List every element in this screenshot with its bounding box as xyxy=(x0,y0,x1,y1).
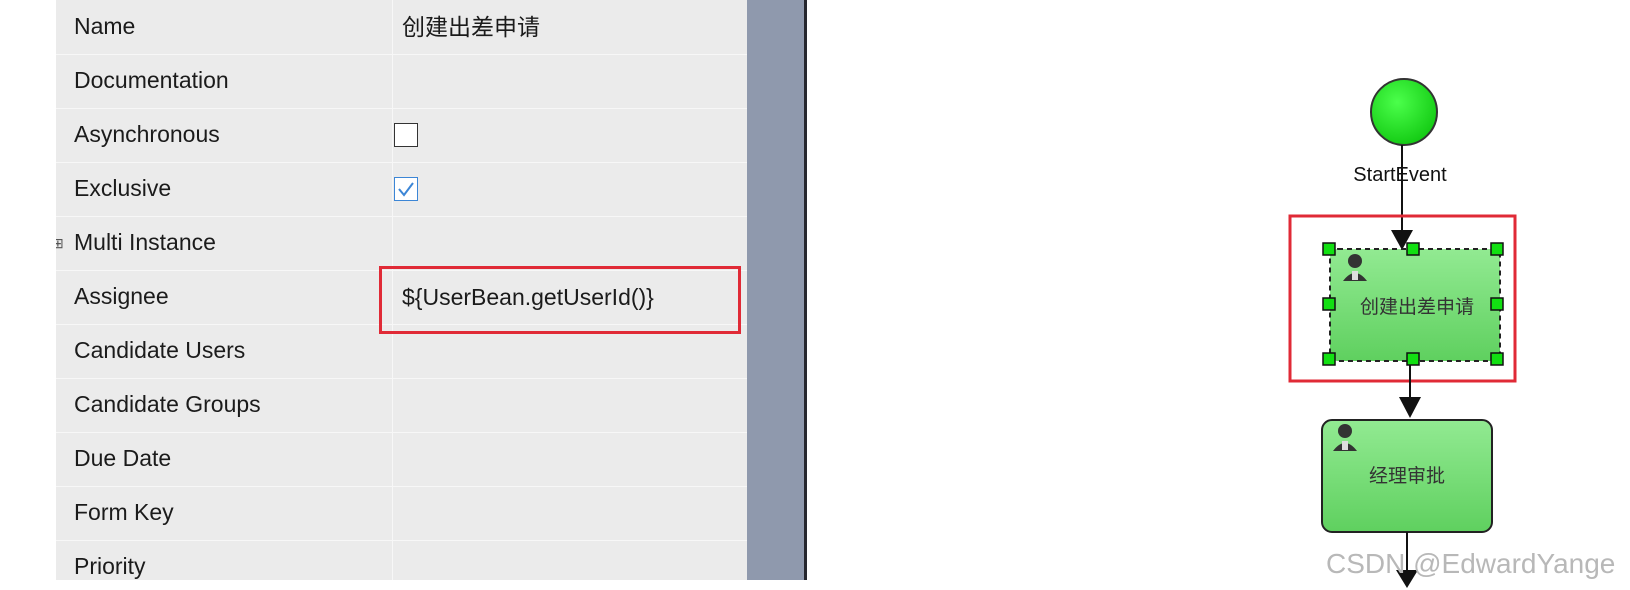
start-event[interactable] xyxy=(1370,78,1438,146)
process-diagram-canvas: StartEvent 创建出差申请 经理审批 xyxy=(1288,78,1517,588)
sequence-flow-2[interactable] xyxy=(1399,365,1421,418)
task2-label: 经理审批 xyxy=(1369,465,1445,487)
start-event-label: StartEvent xyxy=(1353,164,1447,186)
watermark: CSDN @EdwardYange xyxy=(1326,548,1616,579)
task1-label: 创建出差申请 xyxy=(1360,296,1474,318)
sequence-flow-1[interactable] xyxy=(1391,145,1413,250)
